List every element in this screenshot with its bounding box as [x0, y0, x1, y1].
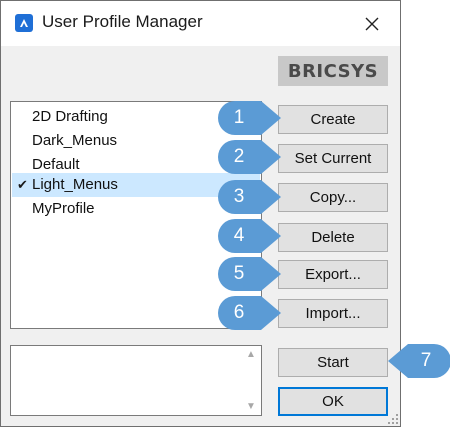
callout-marker-2: 2: [217, 139, 297, 175]
callout-number: 2: [233, 146, 245, 167]
title-bar: User Profile Manager: [1, 1, 400, 46]
window-title: User Profile Manager: [42, 12, 203, 31]
list-item-label: Dark_Menus: [32, 132, 118, 149]
profile-description-box[interactable]: ▲ ▼: [10, 345, 262, 416]
callout-marker-6: 6: [217, 295, 297, 331]
scroll-down-icon[interactable]: ▼: [246, 401, 256, 412]
description-scrollbar[interactable]: ▲ ▼: [242, 347, 260, 414]
checkmark-icon: ✔: [17, 177, 28, 192]
callout-number: 1: [233, 107, 245, 128]
ok-button[interactable]: OK: [278, 387, 388, 416]
bricsys-logo: BRICSYS: [278, 56, 388, 86]
callout-marker-1: 1: [217, 100, 297, 136]
callout-number: 4: [233, 225, 245, 246]
callout-marker-5: 5: [217, 256, 297, 292]
callout-number: 3: [233, 186, 245, 207]
callout-marker-4: 4: [217, 218, 297, 254]
resize-grip-icon[interactable]: [387, 413, 399, 425]
callout-marker-7: 7: [372, 343, 450, 379]
user-profile-manager-dialog: User Profile Manager BRICSYS 2D Drafting…: [0, 0, 401, 427]
close-icon[interactable]: [358, 10, 386, 38]
bricscad-app-icon: [15, 14, 33, 32]
callout-number: 7: [420, 350, 432, 371]
list-item-label: 2D Drafting: [32, 108, 108, 125]
callout-marker-3: 3: [217, 179, 297, 215]
scroll-up-icon[interactable]: ▲: [246, 349, 256, 360]
list-item-label: MyProfile: [32, 200, 95, 217]
list-item-label: Light_Menus: [32, 176, 118, 193]
callout-number: 6: [233, 302, 245, 323]
callout-number: 5: [233, 263, 245, 284]
